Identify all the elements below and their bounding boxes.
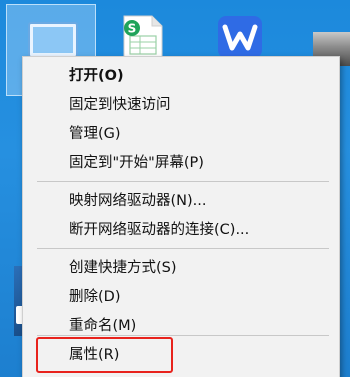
menu-separator	[37, 335, 329, 336]
menu-item-pin-start[interactable]: 固定到"开始"屏幕(P)	[23, 149, 339, 177]
menu-item-map-drive[interactable]: 映射网络驱动器(N)...	[23, 187, 339, 215]
context-menu: 打开(O) 固定到快速访问 管理(G) 固定到"开始"屏幕(P) 映射网络驱动器…	[22, 56, 340, 377]
menu-item-delete[interactable]: 删除(D)	[23, 283, 339, 311]
spreadsheet-icon[interactable]: S	[118, 14, 166, 62]
wps-icon[interactable]	[216, 14, 264, 60]
menu-separator	[37, 181, 329, 182]
menu-item-create-shortcut[interactable]: 创建快捷方式(S)	[23, 254, 339, 282]
menu-separator	[37, 248, 329, 249]
properties-highlight-box	[36, 337, 173, 373]
menu-item-pin-quick-access[interactable]: 固定到快速访问	[23, 91, 339, 119]
menu-item-open[interactable]: 打开(O)	[23, 62, 339, 90]
menu-item-disconnect-drive[interactable]: 断开网络驱动器的连接(C)...	[23, 216, 339, 244]
menu-item-manage[interactable]: 管理(G)	[23, 120, 339, 148]
sheet-badge-letter: S	[128, 22, 137, 36]
